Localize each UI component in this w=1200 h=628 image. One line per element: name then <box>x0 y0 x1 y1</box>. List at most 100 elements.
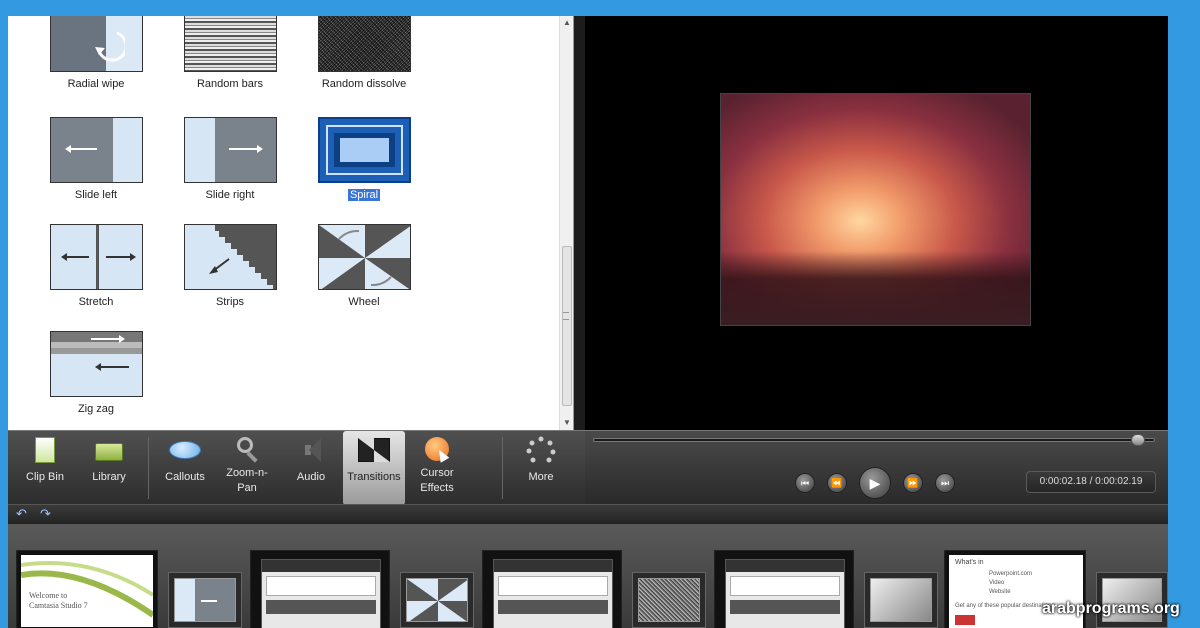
preview-window <box>585 16 1168 430</box>
transition-strips[interactable]: Strips <box>162 224 298 310</box>
clip5-title: What's in <box>955 559 984 566</box>
radial-wipe-thumbnail <box>49 16 143 72</box>
more-icon <box>525 435 557 465</box>
toolbar-separator <box>148 437 149 499</box>
camtasia-editor-window: Radial wipe Random bars Random dissolve … <box>8 16 1168 628</box>
transition-zig-zag[interactable]: Zig zag <box>28 331 164 417</box>
clip5-item: Website <box>989 589 1011 595</box>
time-display: 0:00:02.18 / 0:00:02.19 <box>1026 471 1156 493</box>
curved-arrow-icon <box>94 31 125 62</box>
clip-title-line2: Camtasia Studio 7 <box>29 601 88 610</box>
cursor-label-line2: Effects <box>420 482 454 494</box>
magnifier-icon <box>231 435 263 465</box>
transition-label: Random bars <box>196 78 264 90</box>
transitions-label: Transitions <box>347 471 401 483</box>
clip-bin-label: Clip Bin <box>26 471 64 483</box>
transition-stretch[interactable]: Stretch <box>28 224 164 310</box>
audio-button[interactable]: Audio <box>280 431 342 505</box>
transition-label: Radial wipe <box>67 78 125 90</box>
storyboard-toolbar: ↶ ↷ <box>8 504 1168 524</box>
transition-label: Wheel <box>348 296 380 308</box>
storyboard-transition-wheel[interactable] <box>400 572 474 628</box>
scrollbar-thumb[interactable] <box>562 246 572 406</box>
fast-forward-icon[interactable]: ⏩ <box>903 473 923 493</box>
undo-icon[interactable]: ↶ <box>16 506 27 522</box>
library-label: Library <box>92 471 126 483</box>
callouts-icon <box>169 435 201 465</box>
library-button[interactable]: Library <box>78 431 140 505</box>
callouts-label: Callouts <box>165 471 205 483</box>
transition-label: Slide right <box>205 189 255 201</box>
transitions-button[interactable]: Transitions <box>343 431 405 505</box>
random-bars-thumbnail <box>183 16 277 72</box>
spiral-thumbnail <box>317 117 411 183</box>
storyboard-clip-4[interactable] <box>714 550 854 628</box>
zoom-label-line2: Pan <box>237 482 257 494</box>
scrollbar-grip-icon <box>563 312 569 320</box>
transition-random-dissolve[interactable]: Random dissolve <box>296 16 432 92</box>
strips-pattern-icon <box>208 225 276 289</box>
cursor-effects-icon <box>421 435 453 465</box>
storyboard-clip-2[interactable] <box>250 550 390 628</box>
watermark-text: arabprograms.org <box>1042 600 1180 617</box>
zig-zag-thumbnail <box>49 331 143 397</box>
more-button[interactable]: More <box>510 431 572 505</box>
transitions-scrollbar[interactable]: ▲ ▼ <box>559 16 573 430</box>
transition-label: Random dissolve <box>321 78 407 90</box>
scroll-down-arrow-icon[interactable]: ▼ <box>562 418 572 428</box>
task-toolbar: Clip Bin Library Callouts Zoom-n- Pan Au… <box>8 430 585 505</box>
transition-label: Zig zag <box>77 403 115 415</box>
playback-controls: ⏮ ⏪ ▶ ⏩ ⏭ 0:00:02.18 / 0:00:02.19 <box>585 430 1168 504</box>
storyboard-transition-dissolve[interactable] <box>632 572 706 628</box>
skip-to-end-icon[interactable]: ⏭ <box>935 473 955 493</box>
skip-to-start-icon[interactable]: ⏮ <box>795 473 815 493</box>
scroll-up-arrow-icon[interactable]: ▲ <box>562 18 572 28</box>
clip5-item: Powerpoint.com <box>989 571 1033 577</box>
transition-radial-wipe[interactable]: Radial wipe <box>28 16 164 92</box>
slide-right-thumbnail <box>183 117 277 183</box>
stretch-thumbnail <box>49 224 143 290</box>
transition-label: Slide left <box>74 189 118 201</box>
storyboard-transition-fade[interactable] <box>864 572 938 628</box>
rewind-icon[interactable]: ⏪ <box>827 473 847 493</box>
transition-label: Stretch <box>78 296 114 308</box>
play-icon[interactable]: ▶ <box>859 467 891 499</box>
clip5-footer: Get any of these popular destinations <box>955 603 1055 609</box>
zoom-n-pan-button[interactable]: Zoom-n- Pan <box>216 431 278 505</box>
transition-label-selected: Spiral <box>347 189 381 201</box>
storyboard: Welcome to Camtasia Studio 7 What's in P… <box>8 524 1168 628</box>
library-icon <box>93 435 125 465</box>
transition-spiral[interactable]: Spiral <box>296 117 432 203</box>
strips-thumbnail <box>183 224 277 290</box>
clip-bin-button[interactable]: Clip Bin <box>14 431 76 505</box>
cursor-label-line1: Cursor <box>420 467 454 479</box>
transition-label: Strips <box>215 296 245 308</box>
random-dissolve-thumbnail <box>317 16 411 72</box>
seek-bar[interactable] <box>593 438 1155 442</box>
transition-wheel[interactable]: Wheel <box>296 224 432 310</box>
redo-icon[interactable]: ↷ <box>40 506 51 522</box>
speaker-icon <box>295 435 327 465</box>
cursor-effects-button[interactable]: Cursor Effects <box>406 431 468 505</box>
youtube-logo-icon <box>955 615 975 625</box>
clip-bin-icon <box>29 435 61 465</box>
zoom-label-line1: Zoom-n- <box>226 467 268 479</box>
storyboard-transition-slide[interactable] <box>168 572 242 628</box>
storyboard-clip-1[interactable]: Welcome to Camtasia Studio 7 <box>16 550 158 628</box>
clip5-item: Video <box>989 580 1005 586</box>
wheel-thumbnail <box>317 224 411 290</box>
audio-label: Audio <box>296 471 326 483</box>
transition-random-bars[interactable]: Random bars <box>162 16 298 92</box>
more-label: More <box>528 471 554 483</box>
transition-slide-left[interactable]: Slide left <box>28 117 164 203</box>
transitions-icon <box>358 435 390 465</box>
transition-slide-right[interactable]: Slide right <box>162 117 298 203</box>
preview-video-frame <box>720 93 1031 326</box>
wheel-pattern-icon <box>318 225 410 289</box>
seek-thumb[interactable] <box>1131 434 1146 446</box>
slide-left-thumbnail <box>49 117 143 183</box>
clip-title-line1: Welcome to <box>29 591 68 600</box>
callouts-button[interactable]: Callouts <box>154 431 216 505</box>
toolbar-separator <box>502 437 503 499</box>
storyboard-clip-3[interactable] <box>482 550 622 628</box>
